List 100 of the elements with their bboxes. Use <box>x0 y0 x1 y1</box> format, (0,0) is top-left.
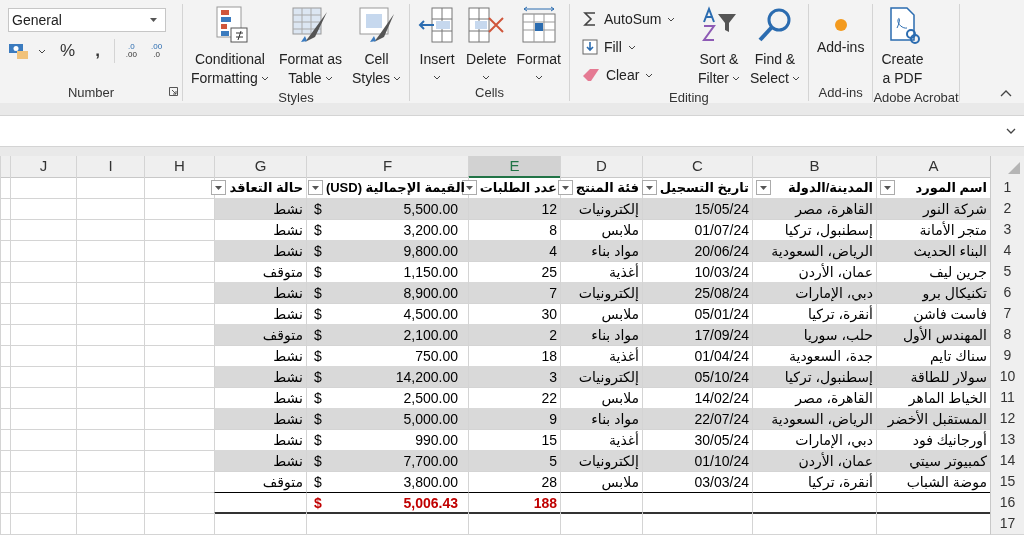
empty-cell <box>0 345 10 367</box>
dropdown-arrow-icon <box>150 18 157 22</box>
column-title: القيمة الإجمالية (USD) <box>325 180 465 195</box>
filter-button[interactable] <box>756 180 771 195</box>
empty-cell <box>144 177 214 199</box>
empty-cell <box>76 429 144 451</box>
empty-cell <box>76 324 144 346</box>
row-number[interactable]: 17 <box>990 513 1024 535</box>
column-header[interactable]: E <box>468 156 560 178</box>
ribbon-button[interactable]: Delete <box>462 4 511 82</box>
collapse-ribbon-icon[interactable] <box>1000 90 1012 97</box>
table-cell: 12 <box>468 198 560 220</box>
empty-cell <box>76 408 144 430</box>
decrease-decimal-button[interactable]: .00 .0 <box>148 43 166 59</box>
row-number[interactable]: 12 <box>990 408 1024 430</box>
format-cells-icon <box>519 6 558 44</box>
row-number[interactable]: 10 <box>990 366 1024 388</box>
percent-button[interactable]: % <box>54 41 82 61</box>
row-number[interactable]: 4 <box>990 240 1024 262</box>
column-header[interactable]: J <box>10 156 76 178</box>
column-header[interactable]: D <box>560 156 642 178</box>
ribbon-button[interactable]: Add-ins <box>812 4 869 59</box>
table-cell: الرياض، السعودية <box>752 240 876 262</box>
ribbon-button[interactable]: AutoSum <box>573 6 692 32</box>
filter-button[interactable] <box>211 180 227 195</box>
amount-value: 9,800.00 <box>403 242 458 259</box>
table-cell: سولار للطاقة <box>876 366 990 388</box>
ribbon-button[interactable]: Fill <box>573 34 692 60</box>
table-cell: المهندس الأول <box>876 324 990 346</box>
ribbon-button[interactable]: Insert <box>414 4 461 82</box>
column-header[interactable]: B <box>752 156 876 178</box>
empty-cell <box>144 513 214 535</box>
amount-value: 750.00 <box>415 347 458 364</box>
row-number[interactable]: 9 <box>990 345 1024 367</box>
dropdown-arrow-icon <box>884 185 891 190</box>
row-number[interactable]: 16 <box>990 492 1024 514</box>
row-number[interactable]: 13 <box>990 429 1024 451</box>
increase-decimal-button[interactable]: .0 .00 <box>122 43 140 59</box>
row-number[interactable]: 11 <box>990 387 1024 409</box>
group-label: Number <box>67 84 115 100</box>
column-header[interactable]: C <box>642 156 752 178</box>
empty-cell <box>76 366 144 388</box>
row-number[interactable]: 8 <box>990 324 1024 346</box>
row-number[interactable]: 6 <box>990 282 1024 304</box>
empty-cell <box>0 198 10 220</box>
ribbon-button[interactable]: Conditional Formatting <box>187 4 273 90</box>
table-cell: نشط <box>214 198 306 220</box>
row-number[interactable]: 7 <box>990 303 1024 325</box>
amount-value: 4,500.00 <box>403 305 458 322</box>
currency-symbol: $ <box>313 347 322 364</box>
table-cell: دبي، الإمارات <box>752 282 876 304</box>
ribbon-button[interactable]: Clear <box>573 62 692 88</box>
filter-button[interactable] <box>641 180 657 195</box>
row-number[interactable]: 3 <box>990 219 1024 241</box>
table-cell: 15/05/24 <box>642 198 752 220</box>
empty-cell <box>10 198 76 220</box>
table-cell: إسطنبول، تركيا <box>752 366 876 388</box>
empty-cell <box>10 177 76 199</box>
amount-value: 990.00 <box>415 431 458 448</box>
empty-cell <box>144 429 214 451</box>
row-number[interactable]: 2 <box>990 198 1024 220</box>
empty-cell <box>0 282 10 304</box>
caret-icon[interactable] <box>38 48 46 54</box>
row-number[interactable]: 5 <box>990 261 1024 283</box>
currency-symbol: $ <box>313 389 322 406</box>
row-number[interactable]: 14 <box>990 450 1024 472</box>
amount-value: 8,900.00 <box>403 284 458 301</box>
row-number[interactable]: 1 <box>990 177 1024 199</box>
column-header[interactable]: I <box>76 156 144 178</box>
table-cell: 01/10/24 <box>642 450 752 472</box>
filter-button[interactable] <box>880 180 895 195</box>
ribbon-button[interactable]: Format <box>512 4 565 82</box>
delete-cells-icon <box>467 6 506 44</box>
table-cell: نشط <box>214 408 306 430</box>
ribbon-button[interactable]: Sort & Filter <box>693 4 744 90</box>
empty-cell <box>76 219 144 241</box>
column-header[interactable]: H <box>144 156 214 178</box>
comma-button[interactable]: , <box>89 41 106 61</box>
empty-cell <box>10 492 76 514</box>
column-header[interactable]: G <box>214 156 306 178</box>
table-cell: شركة النور <box>876 198 990 220</box>
currency-icon[interactable] <box>8 42 30 60</box>
empty-cell <box>10 240 76 262</box>
table-cell: نشط <box>214 282 306 304</box>
filter-button[interactable] <box>557 180 573 195</box>
ribbon-button[interactable]: Create a PDF <box>877 4 928 90</box>
column-header[interactable]: A <box>876 156 990 178</box>
ribbon-button[interactable]: Find & Select <box>746 4 804 90</box>
column-header[interactable]: F <box>306 156 468 178</box>
column-title: المدينة/الدولة <box>788 180 873 195</box>
filter-button[interactable] <box>307 180 323 195</box>
currency-symbol: $ <box>313 326 322 343</box>
number-format-dropdown[interactable]: General <box>8 8 166 32</box>
row-number[interactable]: 15 <box>990 471 1024 493</box>
ribbon-button[interactable]: Cell Styles <box>347 4 406 90</box>
expand-icon[interactable] <box>1006 128 1016 134</box>
table-cell: البناء الحديث <box>876 240 990 262</box>
dialog-launcher-icon[interactable] <box>169 87 178 96</box>
table-cell: أنقرة، تركيا <box>752 471 876 493</box>
ribbon-button[interactable]: Format as Table <box>274 4 346 90</box>
